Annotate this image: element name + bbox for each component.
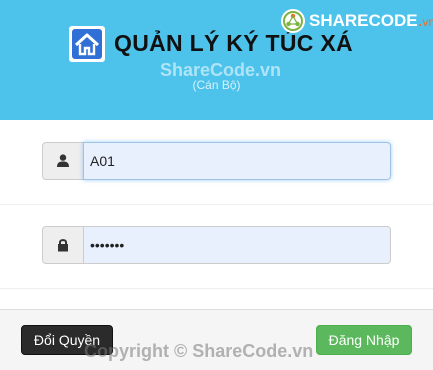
switch-role-button[interactable]: Đổi Quyền	[21, 325, 113, 355]
form-divider-2	[0, 288, 433, 289]
brand-tld: vn	[422, 15, 433, 29]
login-header: QUẢN LÝ KÝ TÚC XÁ ShareCode.vn (Cán Bộ) …	[0, 0, 433, 120]
sharecode-brand: SHARECODE.vn	[280, 8, 433, 34]
username-addon	[42, 142, 84, 180]
password-input[interactable]	[83, 226, 391, 264]
username-group	[42, 142, 391, 180]
brand-name: SHARECODE	[309, 11, 418, 30]
form-divider-1	[0, 204, 433, 205]
home-logo	[69, 26, 105, 62]
brand-text: SHARECODE.vn	[309, 11, 433, 31]
app-subtitle: (Cán Bộ)	[192, 78, 241, 92]
login-footer: Đổi Quyền Đăng Nhập	[0, 309, 433, 370]
app-title: QUẢN LÝ KÝ TÚC XÁ	[114, 30, 353, 56]
sharecode-logo-icon	[281, 9, 305, 33]
lock-icon	[58, 239, 68, 252]
user-icon	[57, 154, 69, 167]
password-addon	[42, 226, 84, 264]
password-group	[42, 226, 391, 264]
home-icon	[72, 29, 102, 59]
login-button[interactable]: Đăng Nhập	[316, 325, 412, 355]
username-input[interactable]	[83, 142, 391, 180]
